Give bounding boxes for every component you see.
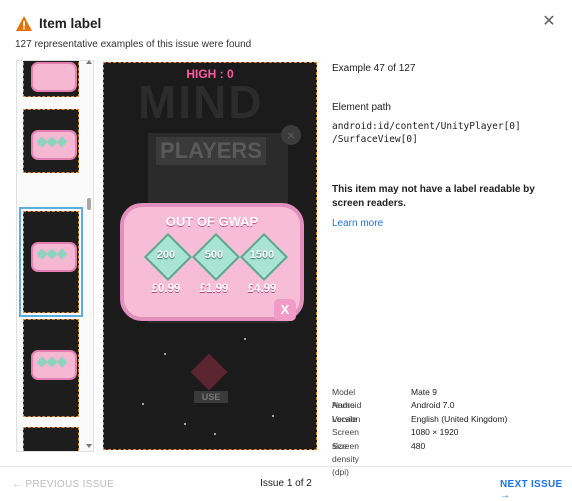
star-decoration (214, 433, 216, 435)
issue-message: This item may not have a label readable … (332, 184, 535, 209)
popup-title: OUT OF GWAP (165, 214, 259, 229)
close-icon[interactable]: ✕ (541, 14, 557, 30)
property-value: 1080 × 1920 (411, 427, 459, 438)
background-close-icon: × (281, 125, 301, 145)
thumbnail[interactable] (23, 61, 79, 97)
thumbnail[interactable] (23, 109, 79, 173)
offer-amount: 500 (204, 249, 224, 261)
offer-price: £1.99 (199, 283, 229, 295)
high-score: HIGH : 0 (186, 67, 234, 81)
gem-icon (190, 353, 228, 391)
app-screenshot: MIND HIGH : 0 PLAYERS × OUT OF GWAP 200 … (103, 62, 317, 450)
issue-counter: Issue 1 of 2 (260, 478, 312, 489)
property-value: English (United Kingdom) (411, 413, 508, 424)
dialog-title: Item label (39, 16, 102, 31)
warning-icon (16, 16, 32, 31)
thumbnail-selected[interactable] (19, 207, 83, 317)
star-decoration (272, 415, 274, 417)
thumbnail-scrollbar[interactable] (86, 60, 92, 450)
dialog-header: Item label 127 representative examples o… (0, 0, 572, 62)
property-key: Locale (332, 413, 358, 424)
use-button: USE (194, 391, 228, 403)
element-path: android:id/content/UnityPlayer[0] /Surfa… (332, 121, 521, 145)
scroll-down-icon[interactable] (86, 444, 92, 448)
examples-count: 127 representative examples of this issu… (15, 39, 252, 50)
offer-price: £0.99 (151, 283, 181, 295)
players-header: PLAYERS (156, 137, 266, 165)
thumbnail[interactable] (23, 319, 79, 417)
element-path-label: Element path (332, 102, 391, 113)
game-title: MIND (138, 76, 264, 128)
star-decoration (184, 423, 186, 425)
offer-amount: 1500 (249, 249, 275, 261)
star-decoration (142, 403, 144, 405)
star-decoration (164, 353, 166, 355)
learn-more-link[interactable]: Learn more (332, 218, 383, 229)
arrow-right-icon: → (500, 490, 511, 501)
footer-divider (0, 466, 572, 467)
popup-close-icon: X (274, 299, 296, 321)
scroll-up-icon[interactable] (86, 60, 92, 64)
offer-amount: 200 (156, 249, 176, 261)
thumbnail[interactable] (23, 427, 79, 451)
property-key: Screen density (dpi) (332, 440, 359, 478)
next-issue-button[interactable]: NEXT ISSUE → (500, 479, 572, 501)
property-value: Android 7.0 (411, 400, 455, 411)
offer-price: £4.99 (247, 283, 277, 295)
next-issue-label: NEXT ISSUE (500, 479, 563, 490)
star-decoration (244, 338, 246, 340)
property-value: 480 (411, 440, 426, 451)
scroll-thumb[interactable] (87, 198, 91, 210)
thumbnail-strip[interactable] (16, 60, 94, 452)
property-value: Mate 9 (411, 387, 437, 397)
example-counter: Example 47 of 127 (332, 63, 416, 74)
